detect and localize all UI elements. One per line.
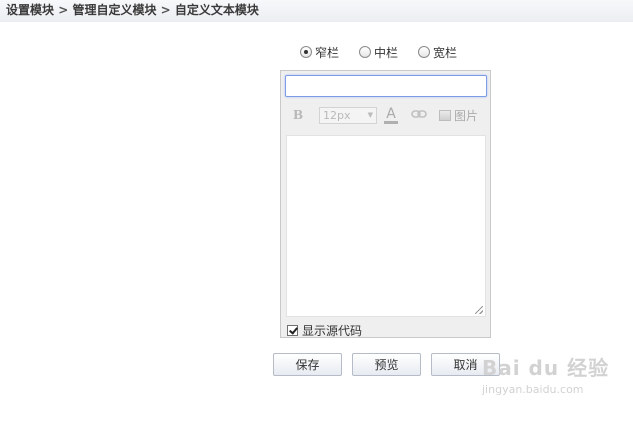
watermark: Bai du 经验 jingyan.baidu.com [482, 352, 632, 412]
watermark-logo: Bai du 经验 [482, 356, 610, 380]
font-color-letter: A [386, 105, 396, 122]
radio-narrow-indicator[interactable] [300, 46, 312, 58]
show-source-row: 显示源代码 [287, 322, 362, 338]
breadcrumb-separator: > [58, 3, 69, 17]
breadcrumb-item-manage-custom[interactable]: 管理自定义模块 [72, 3, 156, 17]
radio-wide-indicator[interactable] [418, 46, 431, 58]
link-icon[interactable] [411, 108, 427, 123]
radio-wide[interactable]: 宽栏 [418, 44, 457, 61]
save-button[interactable]: 保存 [273, 353, 342, 376]
radio-medium-label: 中栏 [374, 45, 399, 60]
font-color-icon[interactable]: A [383, 107, 399, 124]
content-textarea[interactable] [286, 135, 486, 317]
preview-button[interactable]: 预览 [352, 353, 421, 376]
breadcrumb-item-settings[interactable]: 设置模块 [6, 3, 54, 17]
resize-grip-icon[interactable] [475, 306, 483, 314]
show-source-checkbox[interactable] [287, 324, 298, 336]
show-source-label: 显示源代码 [302, 323, 363, 338]
breadcrumb-separator: > [160, 3, 171, 17]
breadcrumb: 设置模块 > 管理自定义模块 > 自定义文本模块 [0, 0, 633, 22]
insert-image-label: 图片 [454, 108, 479, 123]
radio-medium[interactable]: 中栏 [359, 44, 398, 61]
insert-image-button[interactable]: 图片 [439, 107, 478, 124]
module-title-input[interactable] [285, 75, 487, 97]
watermark-url: jingyan.baidu.com [482, 383, 584, 396]
chevron-down-icon: ▼ [367, 111, 373, 119]
radio-wide-label: 宽栏 [433, 45, 458, 60]
radio-narrow[interactable]: 窄栏 [300, 44, 339, 61]
editor-toolbar: B 12px ▼ A 图片 [285, 103, 487, 127]
font-size-value: 12px [323, 108, 351, 122]
radio-narrow-label: 窄栏 [315, 45, 340, 60]
font-size-select[interactable]: 12px ▼ [319, 106, 377, 124]
width-radio-group: 窄栏 中栏 宽栏 [300, 43, 477, 61]
bold-icon[interactable]: B [293, 108, 307, 122]
breadcrumb-item-custom-text: 自定义文本模块 [174, 3, 259, 17]
link-icon-svg [411, 109, 427, 118]
image-icon [439, 109, 451, 121]
radio-medium-indicator[interactable] [359, 46, 372, 58]
text-editor: B 12px ▼ A 图片 显示源代码 [280, 70, 491, 338]
